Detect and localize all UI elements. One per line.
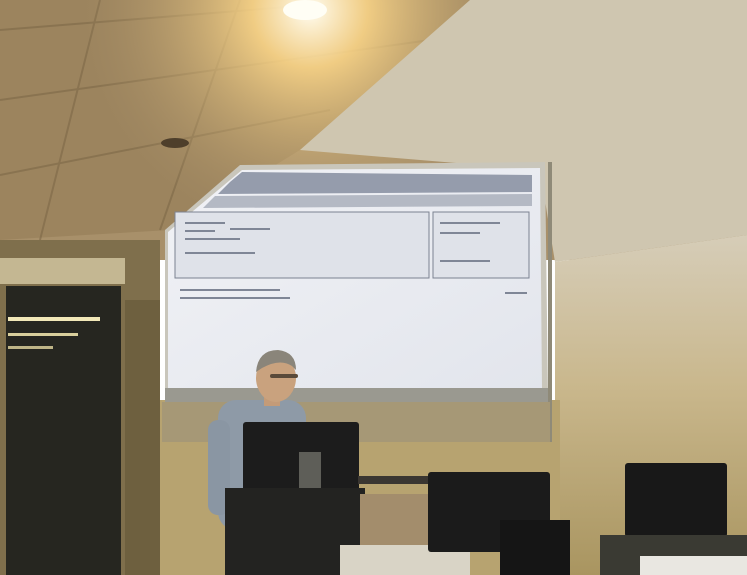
ceiling-light-icon: [283, 0, 327, 20]
corridor-light-3: [8, 346, 53, 349]
foreground-monitor-2: [625, 463, 727, 537]
slide-header-bar: [218, 172, 532, 194]
lecture-room-photo: [0, 0, 747, 575]
screen-bottom-edge: [165, 388, 550, 402]
screen-side-edge: [548, 162, 552, 442]
corridor-light-1: [8, 317, 100, 321]
doorway: [6, 286, 121, 575]
presenter-glasses: [270, 374, 298, 378]
door-header: [0, 258, 125, 284]
desk-item: [358, 476, 428, 484]
left-pillar: [125, 300, 160, 575]
monitor-stand: [299, 452, 321, 488]
ceiling-vent-icon: [161, 138, 189, 148]
slide-left-panel: [174, 211, 430, 279]
corridor-light-2: [8, 333, 78, 336]
slide-right-panel: [432, 211, 530, 279]
foreground-paper: [640, 556, 747, 575]
slide-menu-bar: [203, 194, 532, 208]
foreground-chair: [500, 520, 570, 575]
scene-svg: [0, 0, 747, 575]
